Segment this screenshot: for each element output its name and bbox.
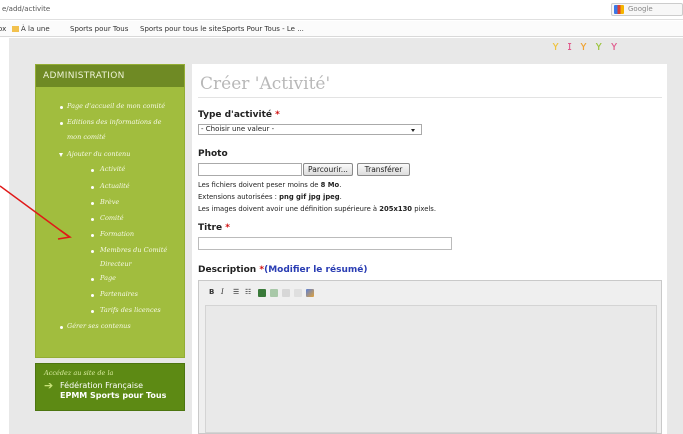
bookmark-folder[interactable]: ox bbox=[0, 25, 6, 33]
triangle-down-icon bbox=[59, 153, 63, 157]
bullet-icon bbox=[91, 294, 94, 297]
bookmark-a-la-une[interactable]: À la une bbox=[12, 25, 50, 33]
bullet-icon bbox=[60, 122, 63, 125]
folder-icon bbox=[12, 26, 19, 32]
titre-input[interactable] bbox=[198, 237, 452, 250]
bullet-icon bbox=[60, 106, 63, 109]
google-icon bbox=[614, 5, 624, 14]
bullet-icon bbox=[91, 202, 94, 205]
browser-url-bar: e/add/activite ☆ ▾ C Google bbox=[0, 0, 683, 20]
photo-file-input[interactable] bbox=[198, 163, 302, 176]
promo-line-1: Accédez au site de la bbox=[44, 369, 114, 377]
url-text[interactable]: e/add/activite bbox=[2, 5, 50, 13]
media-icon[interactable] bbox=[306, 289, 314, 297]
bullet-icon bbox=[91, 218, 94, 221]
type-select-value: - Choisir une valeur - bbox=[201, 125, 275, 133]
link-icon[interactable] bbox=[258, 289, 266, 297]
description-textarea[interactable] bbox=[205, 305, 657, 433]
description-editor: B I ☰ ☷ bbox=[198, 280, 662, 434]
titre-label: Titre * bbox=[198, 223, 230, 233]
bullet-list-button[interactable]: ☰ bbox=[233, 288, 239, 296]
bullet-icon bbox=[91, 250, 94, 253]
federation-promo-link[interactable]: Accédez au site de la ➔ Fédération Franç… bbox=[35, 363, 185, 411]
editor-toolbar: B I ☰ ☷ bbox=[205, 287, 657, 301]
bookmark-sports-le[interactable]: Sports Pour Tous - Le ... bbox=[222, 25, 304, 33]
bullet-icon bbox=[91, 186, 94, 189]
bullet-icon bbox=[91, 169, 94, 172]
description-label: Description *(Modifier le résumé) bbox=[198, 265, 368, 275]
bold-button[interactable]: B bbox=[209, 288, 214, 296]
promo-line-3: EPMM Sports pour Tous bbox=[60, 391, 167, 400]
numbered-list-button[interactable]: ☷ bbox=[245, 288, 251, 296]
title-divider bbox=[198, 97, 662, 98]
help-extensions: Extensions autorisées : png gif jpg jpeg… bbox=[198, 193, 342, 201]
image-icon[interactable] bbox=[294, 289, 302, 297]
unlink-icon[interactable] bbox=[270, 289, 278, 297]
chevron-down-icon bbox=[411, 129, 415, 132]
help-dimensions: Les images doivent avoir une définition … bbox=[198, 205, 436, 213]
bullet-icon bbox=[91, 234, 94, 237]
main-content: Créer 'Activité' Type d'activité * - Cho… bbox=[192, 64, 667, 434]
bullet-icon bbox=[60, 326, 63, 329]
browser-search-box[interactable]: Google bbox=[611, 3, 683, 16]
bookmark-sports-pour-tous[interactable]: Sports pour Tous bbox=[70, 25, 128, 33]
bullet-icon bbox=[91, 310, 94, 313]
bookmark-sports-site[interactable]: Sports pour tous le site... bbox=[140, 25, 228, 33]
photo-label: Photo bbox=[198, 149, 228, 159]
browser-search-placeholder: Google bbox=[628, 5, 653, 13]
anchor-icon[interactable] bbox=[282, 289, 290, 297]
type-label: Type d'activité * bbox=[198, 110, 280, 120]
upload-button[interactable]: Transférer bbox=[357, 163, 410, 176]
edit-summary-link[interactable]: Modifier le résumé bbox=[268, 265, 363, 275]
bullet-icon bbox=[91, 278, 94, 281]
bookmarks-bar: ox À la une Sports pour Tous Sports pour… bbox=[0, 21, 683, 37]
type-select[interactable]: - Choisir une valeur - bbox=[198, 124, 422, 135]
header-decoration: ʏɪʏʏʏ bbox=[552, 39, 626, 53]
help-file-size: Les fichiers doivent peser moins de 8 Mo… bbox=[198, 181, 342, 189]
italic-button[interactable]: I bbox=[221, 288, 224, 296]
page-title: Créer 'Activité' bbox=[200, 74, 331, 94]
admin-sidebar: ADMINISTRATION Page d'accueil de mon com… bbox=[35, 64, 185, 358]
sidebar-heading: ADMINISTRATION bbox=[36, 65, 184, 87]
arrow-right-icon: ➔ bbox=[44, 379, 54, 392]
browse-button[interactable]: Parcourir... bbox=[303, 163, 353, 176]
promo-line-2: Fédération Française bbox=[60, 381, 144, 390]
